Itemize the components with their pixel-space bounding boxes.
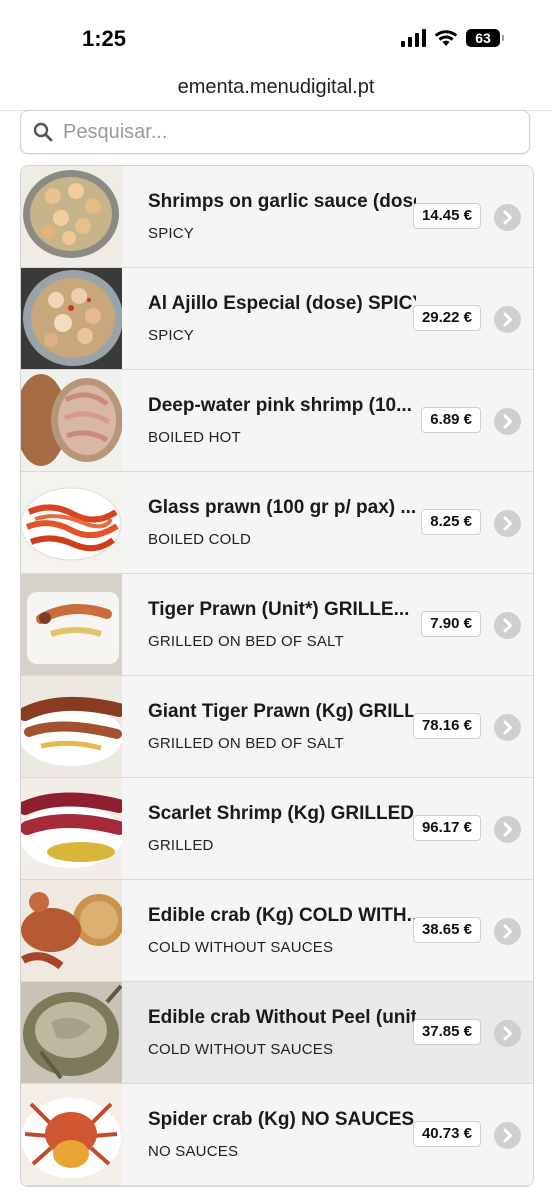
chevron-right-icon[interactable]	[494, 816, 521, 843]
item-price: 96.17 €	[412, 815, 481, 841]
item-thumbnail	[21, 472, 122, 573]
item-price: 6.89 €	[421, 407, 481, 433]
item-price: 38.65 €	[412, 917, 481, 943]
item-name: Tiger Prawn (Unit*) GRILLE...	[148, 599, 410, 620]
status-time: 1:25	[82, 26, 127, 51]
url-text: ementa.menudigital.pt	[177, 76, 375, 98]
item-price: 7.90 €	[421, 611, 481, 637]
wifi-icon	[434, 30, 458, 46]
chevron-right-icon[interactable]	[494, 1020, 521, 1047]
item-name: Spider crab (Kg) NO SAUCES	[148, 1109, 415, 1130]
item-thumbnail	[21, 982, 122, 1083]
item-thumbnail	[21, 166, 122, 267]
menu-item[interactable]: Deep-water pink shrimp (10... BOILED HOT…	[21, 370, 533, 472]
item-name: Scarlet Shrimp (Kg) GRILLED	[148, 803, 415, 824]
item-description: COLD WITHOUT SAUCES	[148, 939, 334, 956]
chevron-right-icon[interactable]	[494, 714, 521, 741]
chevron-right-icon[interactable]	[494, 918, 521, 945]
item-name: Deep-water pink shrimp (10...	[148, 395, 412, 416]
chevron-right-icon[interactable]	[494, 510, 521, 537]
item-description: GRILLED	[148, 837, 214, 854]
menu-item[interactable]: Spider crab (Kg) NO SAUCES NO SAUCES 40.…	[21, 1084, 533, 1186]
item-thumbnail	[21, 268, 122, 369]
search-icon	[33, 122, 53, 142]
chevron-right-icon[interactable]	[494, 612, 521, 639]
item-name: Edible crab (Kg) COLD WITH...	[148, 905, 416, 926]
chevron-right-icon[interactable]	[494, 306, 521, 333]
item-price: 29.22 €	[412, 305, 481, 331]
item-name: Glass prawn (100 gr p/ pax) ...	[148, 497, 416, 518]
chevron-right-icon[interactable]	[494, 1122, 521, 1149]
item-price: 37.85 €	[412, 1019, 481, 1045]
status-icons: 63	[401, 29, 504, 47]
menu-item[interactable]: Giant Tiger Prawn (Kg) GRILLED GRILLED O…	[21, 676, 533, 778]
item-description: BOILED HOT	[148, 429, 241, 446]
item-thumbnail	[21, 370, 122, 471]
item-description: NO SAUCES	[148, 1143, 239, 1160]
menu-item[interactable]: Al Ajillo Especial (dose) SPICY SPICY 29…	[21, 268, 533, 370]
menu-item[interactable]: Edible crab (Kg) COLD WITH... COLD WITHO…	[21, 880, 533, 982]
item-description: SPICY	[148, 327, 195, 344]
menu-item[interactable]: Tiger Prawn (Unit*) GRILLE... GRILLED ON…	[21, 574, 533, 676]
item-thumbnail	[21, 880, 122, 981]
item-description: SPICY	[148, 225, 195, 242]
item-thumbnail	[21, 676, 122, 777]
chevron-right-icon[interactable]	[494, 204, 521, 231]
item-name: Al Ajillo Especial (dose) SPICY	[148, 293, 416, 314]
menu-item[interactable]: Glass prawn (100 gr p/ pax) ... BOILED C…	[21, 472, 533, 574]
status-bar: 1:25 63	[0, 0, 552, 76]
item-thumbnail	[21, 778, 122, 879]
cellular-signal-icon	[401, 29, 426, 47]
menu-list: Shrimps on garlic sauce (dose) SPICY 14.…	[20, 165, 534, 1187]
item-price: 78.16 €	[412, 713, 481, 739]
item-price: 8.25 €	[421, 509, 481, 535]
item-thumbnail	[21, 574, 122, 675]
search-box[interactable]	[20, 110, 530, 154]
item-description: GRILLED ON BED OF SALT	[148, 735, 344, 752]
item-name: Edible crab Without Peel (unit)	[148, 1007, 416, 1028]
menu-item[interactable]: Shrimps on garlic sauce (dose) SPICY 14.…	[21, 166, 533, 268]
item-description: COLD WITHOUT SAUCES	[148, 1041, 334, 1058]
search-input[interactable]	[61, 119, 505, 145]
item-name: Giant Tiger Prawn (Kg) GRILLED	[148, 701, 416, 722]
menu-item[interactable]: Edible crab Without Peel (unit) COLD WIT…	[21, 982, 533, 1084]
item-price: 14.45 €	[412, 203, 481, 229]
item-thumbnail	[21, 1084, 122, 1185]
item-price: 40.73 €	[412, 1121, 481, 1147]
chevron-right-icon[interactable]	[494, 408, 521, 435]
item-description: GRILLED ON BED OF SALT	[148, 633, 344, 650]
item-description: BOILED COLD	[148, 531, 252, 548]
item-name: Shrimps on garlic sauce (dose)	[148, 191, 416, 212]
url-bar[interactable]: ementa.menudigital.pt	[0, 76, 552, 111]
menu-item[interactable]: Scarlet Shrimp (Kg) GRILLED GRILLED 96.1…	[21, 778, 533, 880]
battery-icon: 63	[466, 29, 504, 47]
